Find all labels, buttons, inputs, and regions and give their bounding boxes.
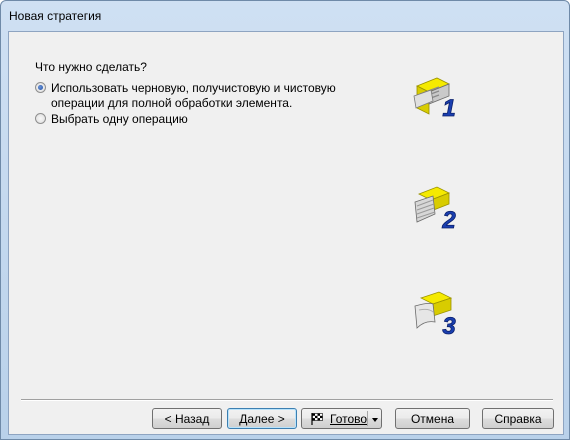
strategy-illustration-1: 1 xyxy=(413,77,456,122)
strategy-illustration-3: 3 xyxy=(414,291,457,340)
radio-single-operation[interactable] xyxy=(35,113,46,124)
option-single-operation-label: Выбрать одну операцию xyxy=(51,112,188,126)
illustration-2-number: 2 xyxy=(441,207,456,234)
next-button[interactable]: Далее > xyxy=(227,408,297,429)
finish-button[interactable]: Готово xyxy=(301,408,382,429)
option-full-processing-line2: операции для полной обработки элемента. xyxy=(51,96,293,110)
question-label: Что нужно сделать? xyxy=(35,60,147,74)
title-bar[interactable]: Новая стратегия xyxy=(1,1,569,29)
option-single-operation[interactable]: Выбрать одну операцию xyxy=(35,112,351,127)
strategy-illustration-2: 2 xyxy=(414,186,457,234)
illustration-1-number: 1 xyxy=(442,95,455,122)
checkered-flag-icon xyxy=(311,412,323,425)
chevron-down-icon[interactable] xyxy=(372,418,378,422)
window-title: Новая стратегия xyxy=(9,9,102,23)
button-separator xyxy=(21,399,553,401)
radio-full-processing[interactable] xyxy=(35,82,46,93)
option-full-processing[interactable]: Использовать черновую, получистовую и чи… xyxy=(35,81,351,111)
option-full-processing-line1: Использовать черновую, получистовую и чи… xyxy=(51,81,336,95)
cancel-button[interactable]: Отмена xyxy=(395,408,470,429)
illustration-3-number: 3 xyxy=(442,313,456,340)
finish-split-divider xyxy=(367,411,368,426)
dialog-window: Новая стратегия Что нужно сделать? Испол… xyxy=(0,0,570,440)
help-button[interactable]: Справка xyxy=(482,408,554,429)
finish-button-label: Готово xyxy=(330,411,368,426)
dialog-content: Что нужно сделать? Использовать черновую… xyxy=(8,31,564,435)
back-button[interactable]: < Назад xyxy=(152,408,222,429)
